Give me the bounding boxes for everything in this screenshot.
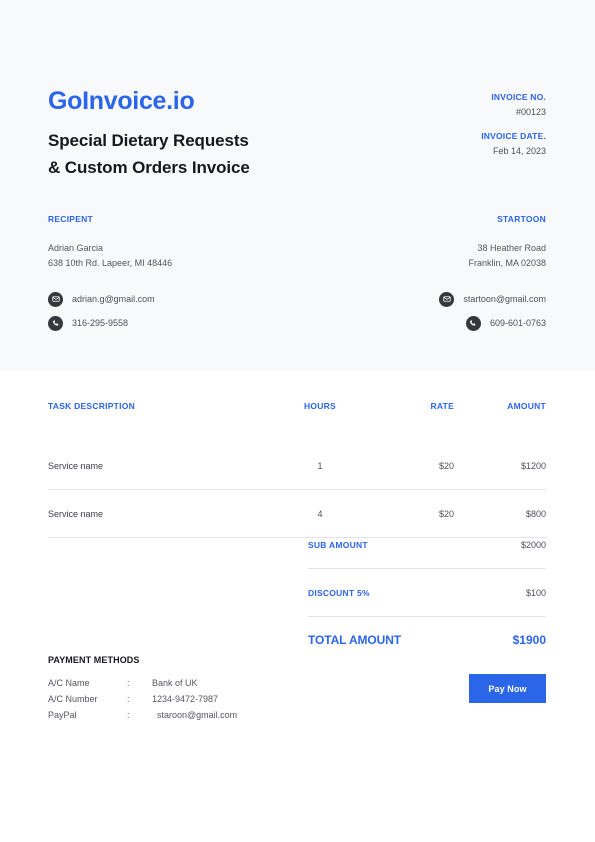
payment-separator: : [127, 709, 130, 720]
total-amount-row: TOTAL AMOUNT $1900 [308, 617, 546, 663]
sub-amount-row: SUB AMOUNT $2000 [308, 521, 546, 569]
payment-methods-section: PAYMENT METHODS A/C Name : Bank of UK A/… [48, 655, 237, 723]
totals-section: SUB AMOUNT $2000 DISCOUNT 5% $100 TOTAL … [308, 521, 546, 663]
payment-separator: : [127, 693, 130, 704]
list-item: A/C Number : 1234-9472-7987 [48, 692, 237, 708]
column-header-hours: HOURS [304, 401, 336, 411]
total-amount-label: TOTAL AMOUNT [308, 633, 402, 647]
column-header-description: TASK DESCRIPTION [48, 401, 135, 411]
sub-amount-value: $2000 [520, 539, 546, 550]
phone-icon [48, 315, 63, 331]
cell-amount: $800 [525, 508, 546, 519]
cell-description: Service name [48, 508, 104, 519]
phone-icon [465, 315, 481, 331]
recipient-email-row[interactable]: adrian.g@gmail.com [48, 291, 172, 307]
list-item: PayPal : staroon@gmail.com [48, 708, 237, 724]
sender-address-line2: Franklin, MA 02038 [468, 257, 546, 268]
email-icon [48, 291, 63, 307]
brand-logo: GoInvoice.io [48, 87, 195, 115]
sender-email-row[interactable]: startoon@gmail.com [439, 291, 546, 307]
sender-email: startoon@gmail.com [463, 294, 546, 305]
payment-value: Bank of UK [152, 678, 198, 688]
sender-block: STARTOON 38 Heather Road Franklin, MA 02… [439, 214, 546, 331]
payment-methods-heading: PAYMENT METHODS [48, 655, 140, 665]
pay-now-button[interactable]: Pay Now [469, 674, 546, 703]
invoice-number-value: #00123 [515, 107, 546, 117]
column-header-rate: RATE [430, 401, 454, 411]
cell-hours: 4 [317, 508, 323, 519]
payment-key: A/C Name [48, 678, 90, 688]
recipient-contacts: adrian.g@gmail.com 316-295-9558 [48, 291, 172, 331]
recipient-address-line: 638 10th Rd. Lapeer, MI 48446 [48, 257, 173, 268]
recipient-phone-row[interactable]: 316-295-9558 [48, 315, 172, 331]
cell-rate: $20 [438, 460, 454, 471]
cell-hours: 1 [317, 460, 323, 471]
invoice-number-label: INVOICE NO. [491, 92, 546, 102]
sender-phone: 609-601-0763 [489, 318, 546, 329]
payment-key: A/C Number [48, 693, 98, 704]
payment-methods-list: A/C Name : Bank of UK A/C Number : 1234-… [48, 676, 237, 723]
recipient-phone: 316-295-9558 [72, 318, 129, 329]
invoice-meta: INVOICE NO. #00123 INVOICE DATE. Feb 14,… [481, 92, 546, 156]
invoice-page: GoInvoice.io Special Dietary Requests & … [0, 0, 595, 842]
discount-value: $100 [525, 587, 546, 598]
recipient-address: Adrian Garcia 638 10th Rd. Lapeer, MI 48… [48, 241, 172, 271]
masthead: GoInvoice.io Special Dietary Requests & … [48, 87, 546, 181]
table-header: TASK DESCRIPTION HOURS RATE AMOUNT [48, 397, 546, 415]
sender-phone-row[interactable]: 609-601-0763 [439, 315, 546, 331]
invoice-date-value: Feb 14, 2023 [492, 146, 546, 156]
sender-contacts: startoon@gmail.com 609-601-0763 [439, 291, 546, 331]
payment-key: PayPal [48, 709, 77, 720]
cell-rate: $20 [438, 508, 454, 519]
sender-address: 38 Heather Road Franklin, MA 02038 [439, 241, 546, 271]
recipient-heading: RECIPENT [48, 214, 93, 224]
cell-amount: $1200 [520, 460, 546, 471]
payment-value: staroon@gmail.com [152, 709, 238, 720]
payment-value: 1234-9472-7987 [152, 693, 219, 704]
invoice-date-label: INVOICE DATE. [481, 131, 546, 141]
list-item: A/C Name : Bank of UK [48, 676, 237, 692]
recipient-block: RECIPENT Adrian Garcia 638 10th Rd. Lape… [48, 214, 172, 331]
discount-label: DISCOUNT 5% [308, 587, 370, 598]
page-title: Special Dietary Requests & Custom Orders… [48, 130, 250, 177]
line-items-table: TASK DESCRIPTION HOURS RATE AMOUNT Servi… [48, 397, 546, 538]
sender-address-line1: 38 Heather Road [477, 243, 546, 253]
recipient-name: Adrian Garcia [48, 243, 104, 253]
table-row: Service name 1 $20 $1200 [48, 442, 546, 490]
column-header-amount: AMOUNT [507, 401, 546, 411]
discount-row: DISCOUNT 5% $100 [308, 569, 546, 617]
payment-separator: : [127, 678, 130, 688]
total-amount-value: $1900 [512, 633, 546, 647]
recipient-email: adrian.g@gmail.com [72, 294, 155, 305]
parties-section: RECIPENT Adrian Garcia 638 10th Rd. Lape… [48, 214, 546, 331]
sub-amount-label: SUB AMOUNT [308, 539, 368, 550]
cell-description: Service name [48, 460, 104, 471]
email-icon [439, 291, 455, 307]
sender-heading: STARTOON [497, 214, 546, 224]
